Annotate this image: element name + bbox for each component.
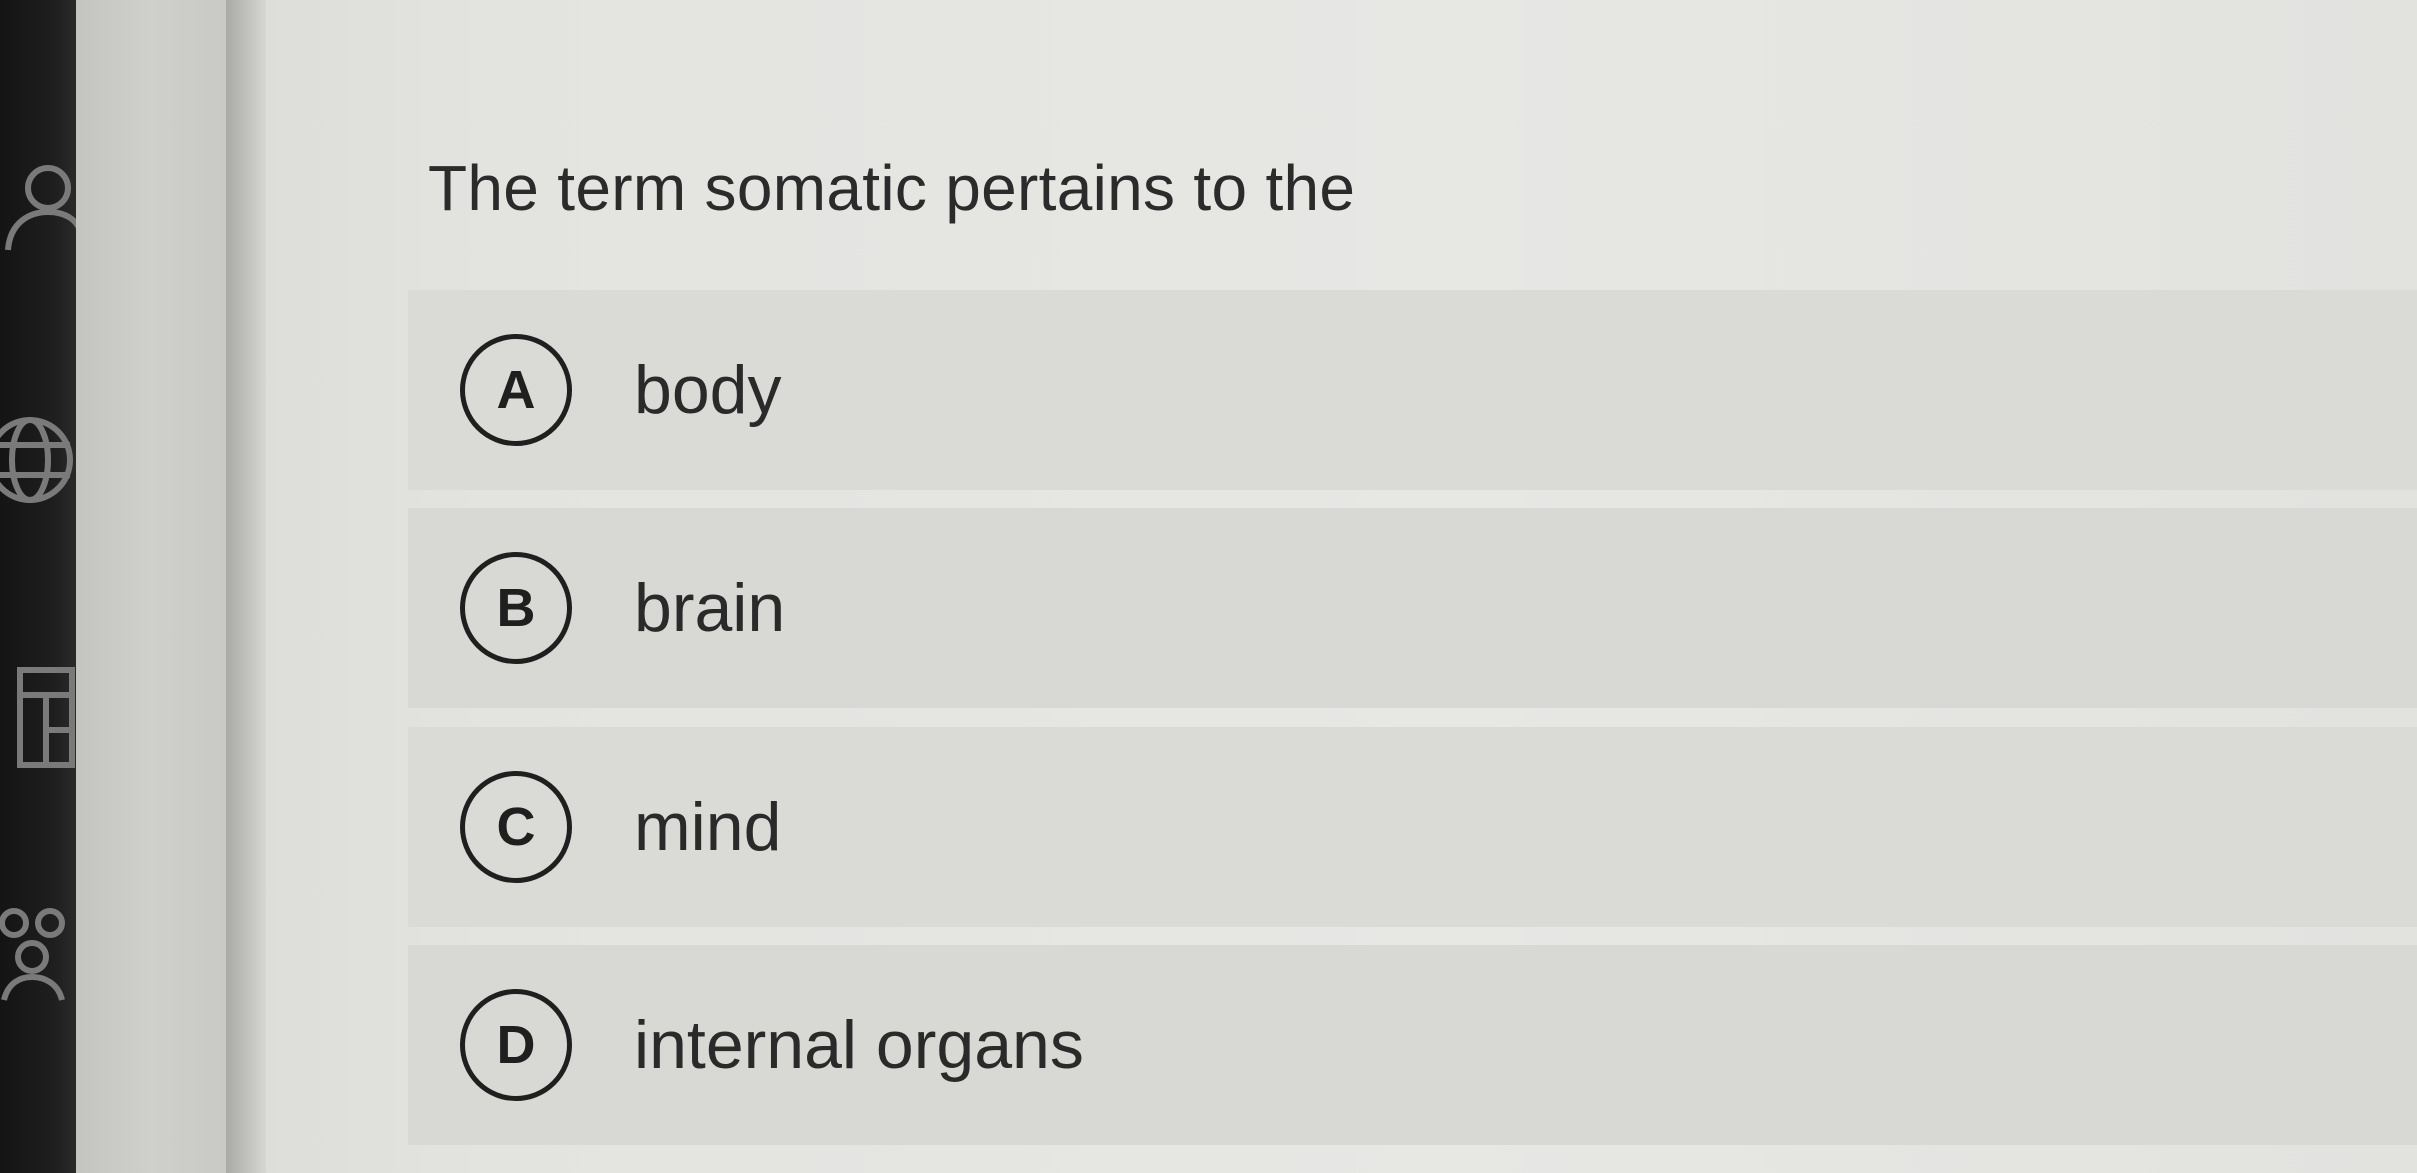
option-c-label[interactable]: mind: [634, 787, 781, 867]
option-d-label[interactable]: internal organs: [634, 1005, 1084, 1085]
layout-icon[interactable]: [0, 660, 76, 770]
option-a[interactable]: A body: [408, 290, 2417, 490]
option-a-label[interactable]: body: [634, 350, 781, 430]
option-b-badge[interactable]: B: [460, 552, 572, 664]
globe-icon[interactable]: [0, 405, 76, 515]
left-gutter: [76, 0, 226, 1173]
option-c[interactable]: C mind: [408, 727, 2417, 927]
option-b[interactable]: B brain: [408, 508, 2417, 708]
gutter-edge: [226, 0, 266, 1173]
question-text: The term somatic pertains to the: [428, 152, 1356, 224]
option-d[interactable]: D internal organs: [408, 945, 2417, 1145]
nav-rail: [0, 0, 76, 1173]
option-c-badge[interactable]: C: [460, 771, 572, 883]
user-icon[interactable]: [0, 150, 76, 260]
quiz-page: The term somatic pertains to the A body …: [0, 0, 2417, 1173]
group-icon[interactable]: [0, 895, 76, 1005]
option-a-badge[interactable]: A: [460, 334, 572, 446]
option-b-label[interactable]: brain: [634, 568, 785, 648]
option-d-badge[interactable]: D: [460, 989, 572, 1101]
